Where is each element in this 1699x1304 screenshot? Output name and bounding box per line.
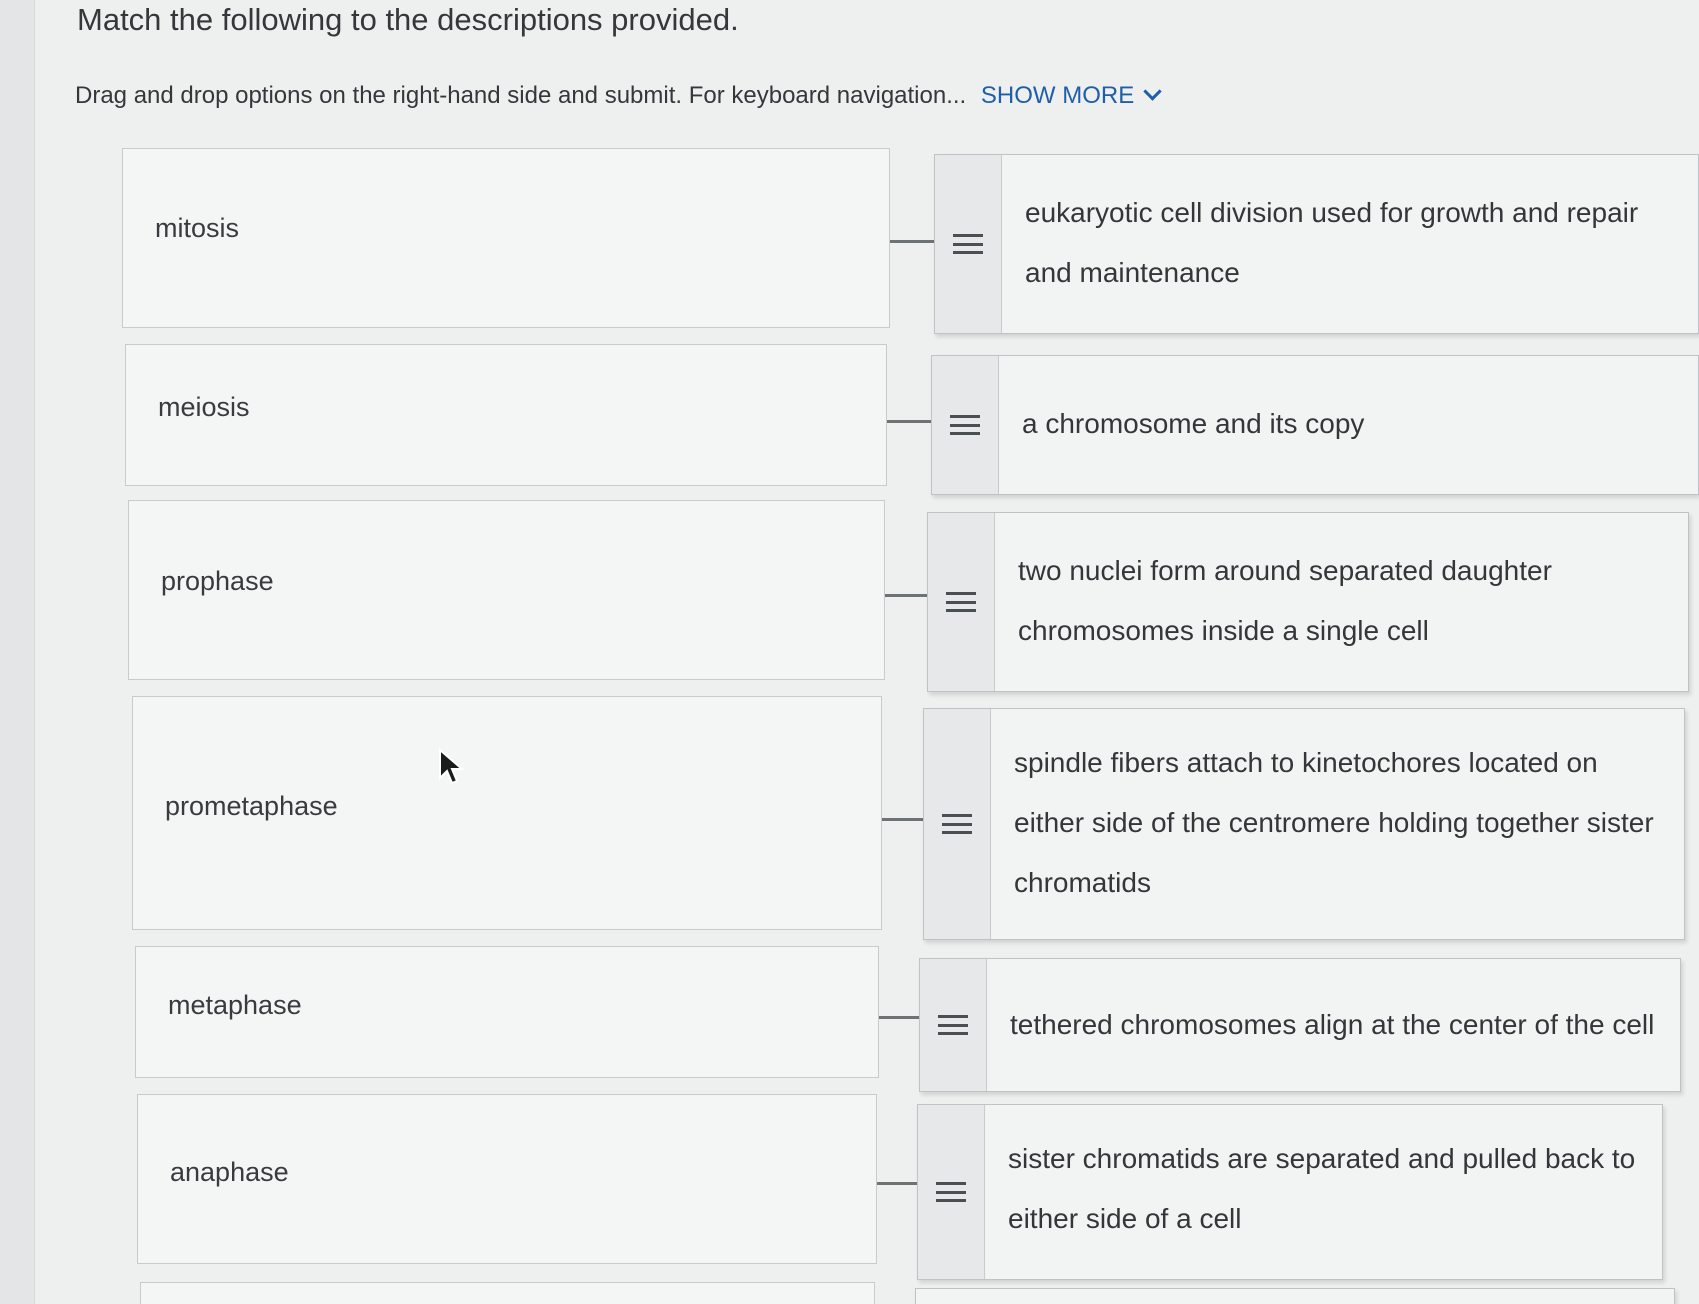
description-text-2: a chromosome and its copy (1022, 408, 1365, 439)
connector-line-6 (877, 1182, 917, 1185)
term-label-2: meiosis (158, 392, 250, 422)
drag-handle-4[interactable] (924, 709, 991, 939)
drag-handle-icon (950, 415, 980, 435)
description-text-1: eukaryotic cell division used for growth… (1025, 197, 1639, 288)
term-label-1: mitosis (155, 213, 240, 243)
description-text-6: sister chromatids are separated and pull… (1008, 1143, 1636, 1234)
show-more-button[interactable]: SHOW MORE (980, 82, 1162, 109)
connector-line-3 (885, 594, 927, 597)
description-text-5: tethered chromosomes align at the center… (1010, 1009, 1655, 1040)
draggable-description-1[interactable]: eukaryotic cell division used for growth… (934, 154, 1699, 334)
drag-handle-icon (942, 814, 972, 834)
term-label-5: metaphase (168, 990, 302, 1020)
connector-line-2 (887, 420, 931, 423)
drag-handle-6[interactable] (918, 1105, 985, 1279)
drag-handle-5[interactable] (920, 959, 987, 1091)
draggable-description-6[interactable]: sister chromatids are separated and pull… (917, 1104, 1663, 1280)
drag-handle-icon (946, 592, 976, 612)
draggable-description-4[interactable]: spindle fibers attach to kinetochores lo… (923, 708, 1685, 940)
draggable-description-7[interactable] (915, 1288, 1675, 1304)
connector-line-5 (879, 1016, 919, 1019)
drag-handle-2[interactable] (932, 356, 999, 494)
mouse-cursor-icon (439, 748, 465, 785)
draggable-description-3[interactable]: two nuclei form around separated daughte… (927, 512, 1689, 692)
drag-handle-1[interactable] (935, 155, 1002, 333)
question-title: Match the following to the descriptions … (77, 2, 739, 37)
draggable-description-2[interactable]: a chromosome and its copy (931, 355, 1699, 495)
matching-question-page: Match the following to the descriptions … (0, 0, 1699, 1304)
term-label-4: prometaphase (165, 791, 338, 821)
left-sidebar-edge (0, 0, 35, 1304)
term-label-6: anaphase (170, 1157, 289, 1187)
description-text-4: spindle fibers attach to kinetochores lo… (1014, 747, 1654, 898)
draggable-description-5[interactable]: tethered chromosomes align at the center… (919, 958, 1681, 1092)
chevron-down-icon (1143, 82, 1162, 101)
instructions: Drag and drop options on the right-hand … (75, 82, 1162, 110)
drag-handle-icon (938, 1015, 968, 1035)
description-text-3: two nuclei form around separated daughte… (1018, 555, 1552, 646)
drag-handle-icon (936, 1182, 966, 1202)
show-more-label: SHOW MORE (980, 82, 1135, 109)
term-box-7 (140, 1282, 875, 1304)
connector-line-1 (890, 240, 934, 243)
term-label-3: prophase (161, 566, 274, 596)
drag-handle-icon (953, 234, 983, 254)
instructions-text: Drag and drop options on the right-hand … (75, 82, 967, 109)
connector-line-4 (882, 818, 923, 821)
drag-handle-3[interactable] (928, 513, 995, 691)
